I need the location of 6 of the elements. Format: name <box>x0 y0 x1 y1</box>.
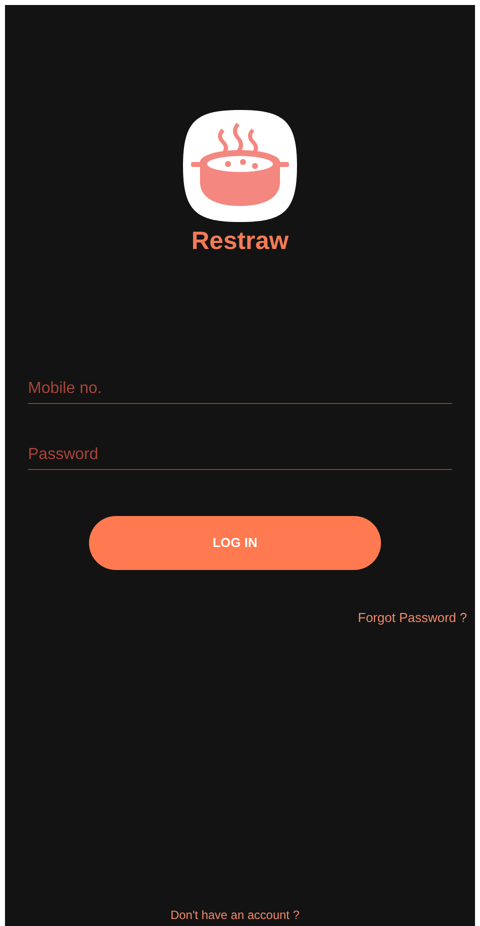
forgot-password-link[interactable]: Forgot Password ? <box>358 608 467 628</box>
signup-link[interactable]: Don't have an account ? <box>170 906 300 924</box>
mobile-field[interactable]: Mobile no. <box>28 374 452 404</box>
cooking-pot-icon <box>183 110 297 222</box>
app-title: Restraw <box>191 226 289 257</box>
password-field[interactable]: Password <box>28 440 452 470</box>
